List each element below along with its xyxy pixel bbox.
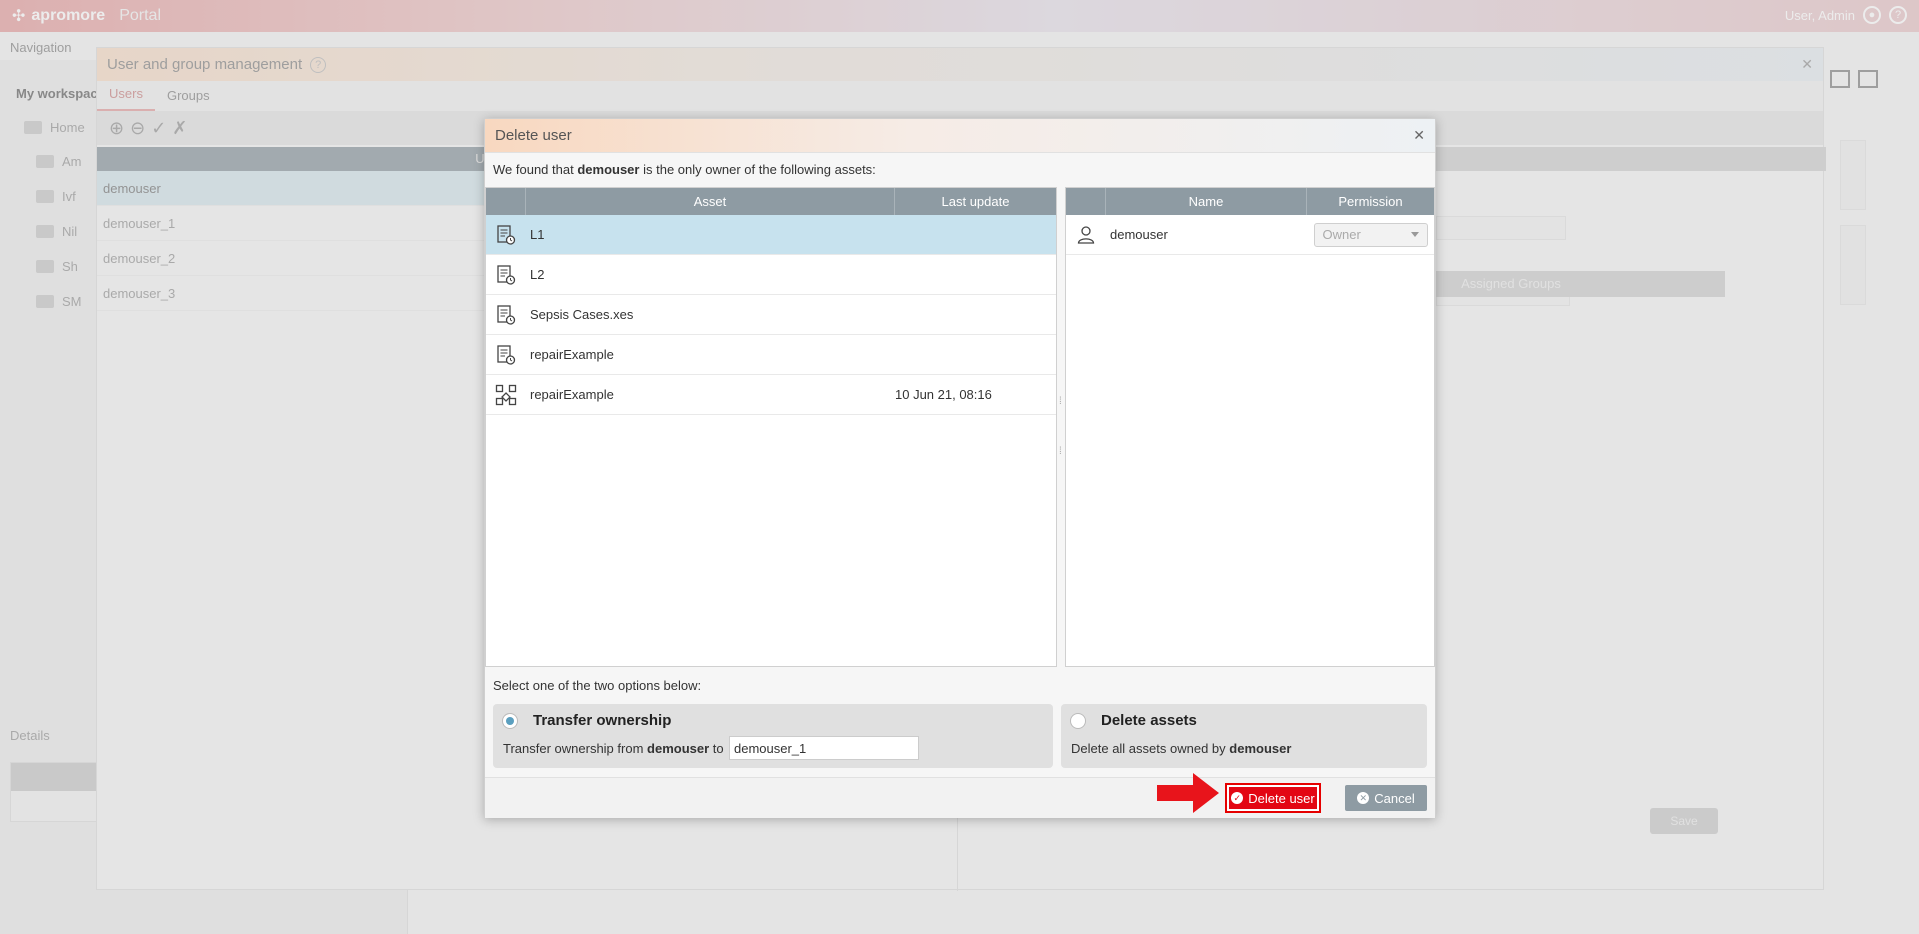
dialog-message: We found that demouser is the only owner… <box>493 162 876 177</box>
table-row[interactable]: repairExample 10 Jun 21, 08:16 <box>486 375 1056 415</box>
delete-assets-radio[interactable] <box>1070 713 1086 729</box>
table-row[interactable]: demouser Owner <box>1066 215 1434 255</box>
header-last-update[interactable]: Last update <box>895 188 1056 215</box>
red-arrow-icon <box>1157 773 1219 813</box>
header-icon-column <box>1066 188 1106 215</box>
chevron-down-icon <box>1410 232 1419 237</box>
transfer-ownership-title: Transfer ownership <box>533 712 672 729</box>
assets-table: Asset Last update L1 L2 Sepsis Cases.xes <box>485 187 1057 667</box>
asset-name: repairExample <box>530 387 614 402</box>
asset-name: repairExample <box>530 347 614 362</box>
process-model-icon <box>486 384 526 406</box>
transfer-ownership-radio[interactable] <box>502 713 518 729</box>
owner-name: demouser <box>1110 227 1168 242</box>
log-icon <box>486 264 526 285</box>
table-row[interactable]: L2 <box>486 255 1056 295</box>
log-icon <box>486 304 526 325</box>
header-permission[interactable]: Permission <box>1307 188 1434 215</box>
delete-user-dialog: Delete user ✕ We found that demouser is … <box>484 118 1436 818</box>
permission-select[interactable]: Owner <box>1313 222 1428 247</box>
asset-name: L1 <box>530 227 545 242</box>
delete-assets-option[interactable]: Delete assets Delete all assets owned by… <box>1061 704 1427 768</box>
header-icon-column <box>486 188 526 215</box>
header-asset[interactable]: Asset <box>526 188 895 215</box>
asset-name: L2 <box>530 267 545 282</box>
permission-cell: Owner <box>1307 222 1434 247</box>
close-circle-icon: ✕ <box>1357 792 1370 804</box>
delete-assets-desc: Delete all assets owned by demouser <box>1071 741 1292 756</box>
cancel-button[interactable]: ✕ Cancel <box>1345 785 1427 811</box>
asset-name: Sepsis Cases.xes <box>530 307 634 322</box>
options-label: Select one of the two options below: <box>493 678 702 693</box>
delete-user-button[interactable]: ✓ Delete user <box>1225 783 1321 813</box>
dialog-title: Delete user <box>485 119 1435 153</box>
table-row[interactable]: repairExample <box>486 335 1056 375</box>
table-row[interactable]: Sepsis Cases.xes <box>486 295 1056 335</box>
table-row[interactable]: L1 <box>486 215 1056 255</box>
log-icon <box>486 224 526 245</box>
owners-table: Name Permission demouser Owner <box>1065 187 1435 667</box>
owners-table-header: Name Permission <box>1066 188 1434 215</box>
delete-assets-title: Delete assets <box>1101 712 1197 729</box>
transfer-target-input[interactable] <box>729 736 919 760</box>
transfer-ownership-desc: Transfer ownership from demouser to <box>503 741 724 756</box>
close-icon[interactable]: ✕ <box>1413 127 1425 144</box>
transfer-ownership-option[interactable]: Transfer ownership Transfer ownership fr… <box>493 704 1053 768</box>
assets-table-header: Asset Last update <box>486 188 1056 215</box>
user-icon <box>1066 225 1106 245</box>
asset-last-update: 10 Jun 21, 08:16 <box>895 387 992 402</box>
check-circle-icon: ✓ <box>1231 792 1244 804</box>
splitter-handle[interactable]: ⁞ <box>1059 447 1062 519</box>
header-name[interactable]: Name <box>1106 188 1307 215</box>
username-bold: demouser <box>577 162 640 177</box>
log-icon <box>486 344 526 365</box>
